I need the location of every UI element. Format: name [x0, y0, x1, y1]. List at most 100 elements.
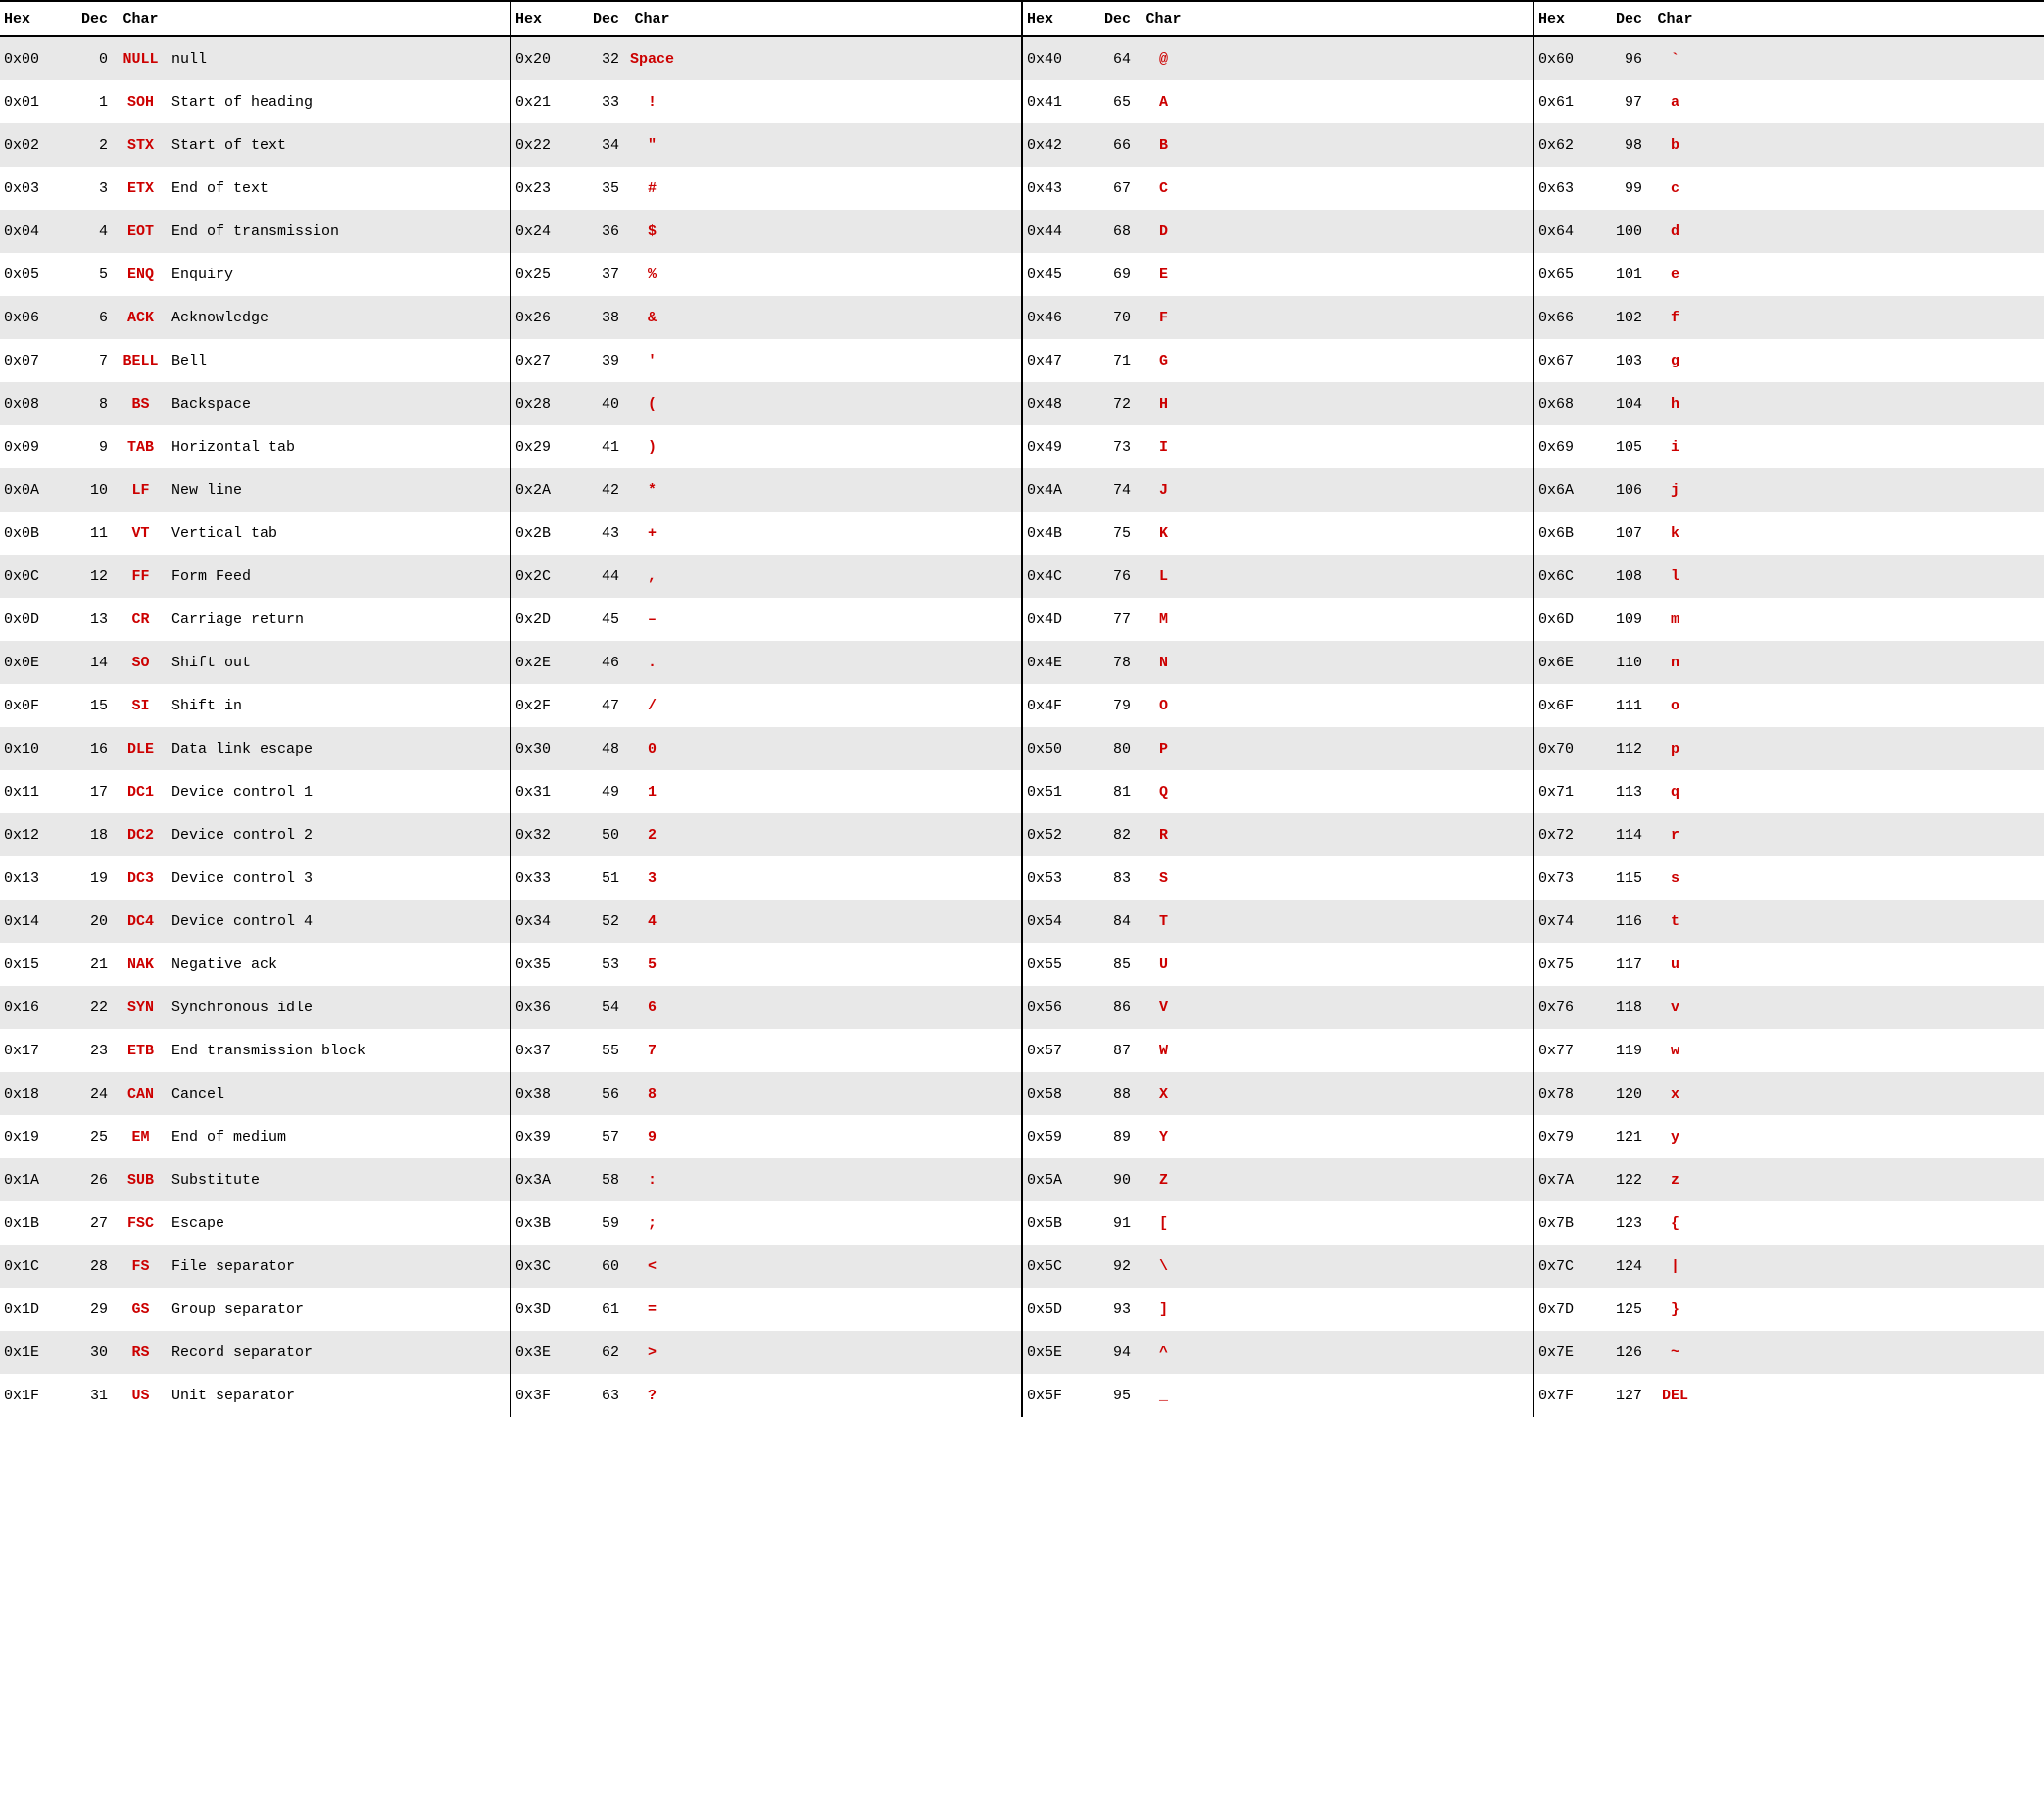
- table-row: 0x5181Q: [1023, 770, 1533, 813]
- cell-dec: 82: [1095, 827, 1137, 844]
- table-row: 0x066ACKAcknowledge: [0, 296, 510, 339]
- cell-hex: 0x67: [1538, 353, 1607, 369]
- cell-dec: 121: [1607, 1129, 1648, 1146]
- table-row: 0x37557: [511, 1029, 1021, 1072]
- cell-char: }: [1648, 1301, 1702, 1318]
- table-row: 0x6096`: [1534, 37, 2044, 80]
- cell-dec: 114: [1607, 827, 1648, 844]
- cell-dec: 95: [1095, 1388, 1137, 1404]
- table-row: 0x0E14SOShift out: [0, 641, 510, 684]
- cell-char: g: [1648, 353, 1702, 369]
- cell-dec: 51: [584, 870, 625, 887]
- cell-desc: Shift out: [168, 655, 506, 671]
- cell-hex: 0x69: [1538, 439, 1607, 456]
- cell-char: ": [625, 137, 679, 154]
- cell-desc: Negative ack: [168, 956, 506, 973]
- table-row: 0x4872H: [1023, 382, 1533, 425]
- cell-char: (: [625, 396, 679, 413]
- cell-hex: 0x56: [1027, 1000, 1095, 1016]
- cell-dec: 6: [73, 310, 114, 326]
- cell-hex: 0x64: [1538, 223, 1607, 240]
- table-row: 0x69105i: [1534, 425, 2044, 468]
- cell-hex: 0x46: [1027, 310, 1095, 326]
- cell-hex: 0x54: [1027, 913, 1095, 930]
- table-row: 0x2032Space: [511, 37, 1021, 80]
- cell-char: –: [625, 611, 679, 628]
- cell-dec: 102: [1607, 310, 1648, 326]
- cell-dec: 38: [584, 310, 625, 326]
- cell-hex: 0x3D: [515, 1301, 584, 1318]
- cell-hex: 0x18: [4, 1086, 73, 1102]
- cell-dec: 68: [1095, 223, 1137, 240]
- cell-char: .: [625, 655, 679, 671]
- cell-dec: 36: [584, 223, 625, 240]
- cell-hex: 0x45: [1027, 267, 1095, 283]
- cell-dec: 103: [1607, 353, 1648, 369]
- cell-hex: 0x47: [1027, 353, 1095, 369]
- cell-hex: 0x29: [515, 439, 584, 456]
- cell-hex: 0x19: [4, 1129, 73, 1146]
- cell-dec: 22: [73, 1000, 114, 1016]
- cell-char: j: [1648, 482, 1702, 499]
- cell-desc: Cancel: [168, 1086, 506, 1102]
- cell-dec: 120: [1607, 1086, 1648, 1102]
- cell-dec: 16: [73, 741, 114, 757]
- cell-hex: 0x2C: [515, 568, 584, 585]
- cell-hex: 0x11: [4, 784, 73, 801]
- cell-char: SYN: [114, 1000, 168, 1016]
- cell-char: ]: [1137, 1301, 1191, 1318]
- cell-char: r: [1648, 827, 1702, 844]
- cell-dec: 66: [1095, 137, 1137, 154]
- cell-hex: 0x70: [1538, 741, 1607, 757]
- table-row: 0x5E94^: [1023, 1331, 1533, 1374]
- cell-hex: 0x6E: [1538, 655, 1607, 671]
- cell-dec: 35: [584, 180, 625, 197]
- cell-char: J: [1137, 482, 1191, 499]
- cell-dec: 96: [1607, 51, 1648, 68]
- cell-desc: Escape: [168, 1215, 506, 1232]
- cell-hex: 0x39: [515, 1129, 584, 1146]
- cell-dec: 30: [73, 1344, 114, 1361]
- cell-dec: 18: [73, 827, 114, 844]
- table-row: 0x32502: [511, 813, 1021, 856]
- cell-dec: 123: [1607, 1215, 1648, 1232]
- header-char: Char: [1137, 11, 1191, 27]
- cell-dec: 119: [1607, 1043, 1648, 1059]
- cell-dec: 53: [584, 956, 625, 973]
- header-hex: Hex: [1538, 11, 1607, 27]
- cell-dec: 94: [1095, 1344, 1137, 1361]
- cell-dec: 26: [73, 1172, 114, 1189]
- cell-hex: 0x0F: [4, 698, 73, 714]
- table-row: 0x73115s: [1534, 856, 2044, 900]
- cell-dec: 0: [73, 51, 114, 68]
- cell-char: ETB: [114, 1043, 168, 1059]
- cell-hex: 0x1D: [4, 1301, 73, 1318]
- cell-hex: 0x61: [1538, 94, 1607, 111]
- cell-hex: 0x55: [1027, 956, 1095, 973]
- section-sec2: HexDecChar0x2032Space0x2133!0x2234"0x233…: [510, 2, 1021, 1417]
- table-row: 0x099TABHorizontal tab: [0, 425, 510, 468]
- cell-hex: 0x73: [1538, 870, 1607, 887]
- cell-char: a: [1648, 94, 1702, 111]
- table-row: 0x5888X: [1023, 1072, 1533, 1115]
- table-row: 0x70112p: [1534, 727, 2044, 770]
- cell-char: K: [1137, 525, 1191, 542]
- cell-hex: 0x10: [4, 741, 73, 757]
- table-row: 0x3F63?: [511, 1374, 1021, 1417]
- cell-char: v: [1648, 1000, 1702, 1016]
- cell-desc: Horizontal tab: [168, 439, 506, 456]
- cell-dec: 13: [73, 611, 114, 628]
- table-row: 0x7C124|: [1534, 1245, 2044, 1288]
- cell-hex: 0x65: [1538, 267, 1607, 283]
- cell-hex: 0x08: [4, 396, 73, 413]
- cell-hex: 0x60: [1538, 51, 1607, 68]
- table-row: 0x4E78N: [1023, 641, 1533, 684]
- cell-hex: 0x01: [4, 94, 73, 111]
- table-row: 0x044EOTEnd of transmission: [0, 210, 510, 253]
- cell-char: W: [1137, 1043, 1191, 1059]
- table-row: 0x6399c: [1534, 167, 2044, 210]
- cell-hex: 0x74: [1538, 913, 1607, 930]
- cell-hex: 0x7B: [1538, 1215, 1607, 1232]
- table-row: 0x5585U: [1023, 943, 1533, 986]
- cell-char: STX: [114, 137, 168, 154]
